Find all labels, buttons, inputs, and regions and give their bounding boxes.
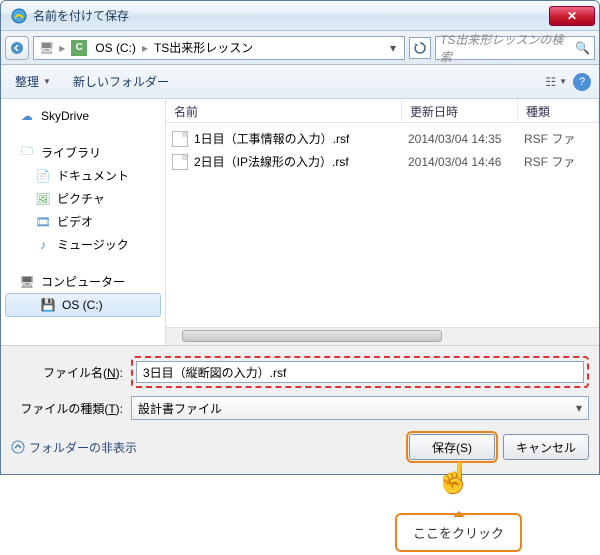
nav-music[interactable]: ♪ミュージック — [1, 233, 165, 256]
nav-drive-c[interactable]: 💾OS (C:) — [5, 293, 161, 317]
organize-button[interactable]: 整理▼ — [9, 70, 57, 93]
titlebar: 名前を付けて保存 ✕ — [1, 1, 599, 31]
window-title: 名前を付けて保存 — [33, 7, 549, 24]
library-icon: 🗀 — [19, 145, 35, 161]
navigation-pane: ☁SkyDrive 🗀ライブラリ 📄ドキュメント 🖼ピクチャ 🎞ビデオ ♪ミュー… — [1, 99, 166, 345]
cloud-icon: ☁ — [19, 108, 35, 124]
file-rows: 1日目（工事情報の入力）.rsf 2014/03/04 14:35 RSF ファ… — [166, 123, 599, 327]
breadcrumb[interactable]: 🖥 ▸ C OS (C:) ▸ TS出来形レッスン ▾ — [33, 36, 405, 60]
document-icon: 📄 — [35, 168, 51, 184]
drive-icon: 💾 — [40, 297, 56, 313]
back-icon — [10, 41, 24, 55]
address-bar: 🖥 ▸ C OS (C:) ▸ TS出来形レッスン ▾ TS出来形レッスンの検索… — [1, 31, 599, 65]
file-list-pane: 名前 更新日時 種類 1日目（工事情報の入力）.rsf 2014/03/04 1… — [166, 99, 599, 345]
save-dialog: 名前を付けて保存 ✕ 🖥 ▸ C OS (C:) ▸ TS出来形レッスン ▾ T… — [0, 0, 600, 475]
file-row[interactable]: 2日目（IP法線形の入力）.rsf 2014/03/04 14:46 RSF フ… — [166, 150, 599, 173]
bottom-panel: ファイル名(N): ファイルの種類(T): 設計書ファイル▾ フォルダーの非表示… — [1, 345, 599, 474]
annotation-overlay: ☝ ここをクリック — [0, 475, 600, 555]
nav-videos[interactable]: 🎞ビデオ — [1, 210, 165, 233]
nav-documents[interactable]: 📄ドキュメント — [1, 164, 165, 187]
video-icon: 🎞 — [35, 214, 51, 230]
new-folder-button[interactable]: 新しいフォルダー — [67, 70, 175, 93]
search-icon: 🔍 — [575, 41, 590, 55]
crumb-drive[interactable]: OS (C:) — [91, 41, 140, 55]
horizontal-scrollbar[interactable] — [166, 327, 599, 345]
toolbar: 整理▼ 新しいフォルダー ☷▼ ? — [1, 65, 599, 99]
dropdown-icon[interactable]: ▾ — [384, 41, 402, 55]
drive-icon: C — [71, 40, 87, 56]
filetype-label: ファイルの種類(T): — [11, 400, 131, 417]
crumb-folder[interactable]: TS出来形レッスン — [150, 39, 257, 56]
chevron-icon: ▸ — [57, 41, 67, 55]
nav-skydrive[interactable]: ☁SkyDrive — [1, 105, 165, 127]
callout-bubble: ここをクリック — [395, 513, 522, 552]
header-type[interactable]: 種類 — [518, 99, 599, 122]
filename-highlight — [131, 356, 589, 388]
app-icon — [11, 8, 27, 24]
search-placeholder: TS出来形レッスンの検索 — [440, 31, 575, 65]
pointer-hand-icon: ☝ — [435, 461, 472, 496]
chevron-down-icon: ▼ — [559, 77, 567, 86]
help-button[interactable]: ? — [573, 73, 591, 91]
content-area: ☁SkyDrive 🗀ライブラリ 📄ドキュメント 🖼ピクチャ 🎞ビデオ ♪ミュー… — [1, 99, 599, 345]
file-row[interactable]: 1日目（工事情報の入力）.rsf 2014/03/04 14:35 RSF ファ — [166, 127, 599, 150]
back-button[interactable] — [5, 36, 29, 60]
header-name[interactable]: 名前 — [166, 99, 402, 122]
computer-icon: 🖥 — [19, 274, 35, 290]
nav-computer[interactable]: 🖥コンピューター — [1, 270, 165, 293]
picture-icon: 🖼 — [35, 191, 51, 207]
file-icon — [172, 131, 188, 147]
search-input[interactable]: TS出来形レッスンの検索 🔍 — [435, 36, 595, 60]
music-icon: ♪ — [35, 237, 51, 253]
nav-library[interactable]: 🗀ライブラリ — [1, 141, 165, 164]
cancel-button[interactable]: キャンセル — [503, 434, 589, 460]
view-button[interactable]: ☷▼ — [545, 75, 567, 89]
nav-pictures[interactable]: 🖼ピクチャ — [1, 187, 165, 210]
filename-input[interactable] — [136, 361, 584, 383]
chevron-icon: ▸ — [140, 41, 150, 55]
filename-label: ファイル名(N): — [11, 364, 131, 381]
chevron-down-icon: ▾ — [576, 401, 582, 415]
header-date[interactable]: 更新日時 — [402, 99, 518, 122]
refresh-icon — [414, 42, 426, 54]
chevron-up-icon — [11, 440, 25, 454]
filetype-select[interactable]: 設計書ファイル▾ — [131, 396, 589, 420]
column-headers: 名前 更新日時 種類 — [166, 99, 599, 123]
hide-folders-button[interactable]: フォルダーの非表示 — [11, 439, 137, 456]
file-icon — [172, 154, 188, 170]
save-button[interactable]: 保存(S) — [409, 434, 495, 460]
chevron-down-icon: ▼ — [43, 77, 51, 86]
refresh-button[interactable] — [409, 37, 431, 59]
computer-icon: 🖥 — [36, 41, 57, 55]
scroll-thumb[interactable] — [182, 330, 442, 342]
view-icon: ☷ — [545, 75, 556, 89]
close-button[interactable]: ✕ — [549, 6, 595, 26]
